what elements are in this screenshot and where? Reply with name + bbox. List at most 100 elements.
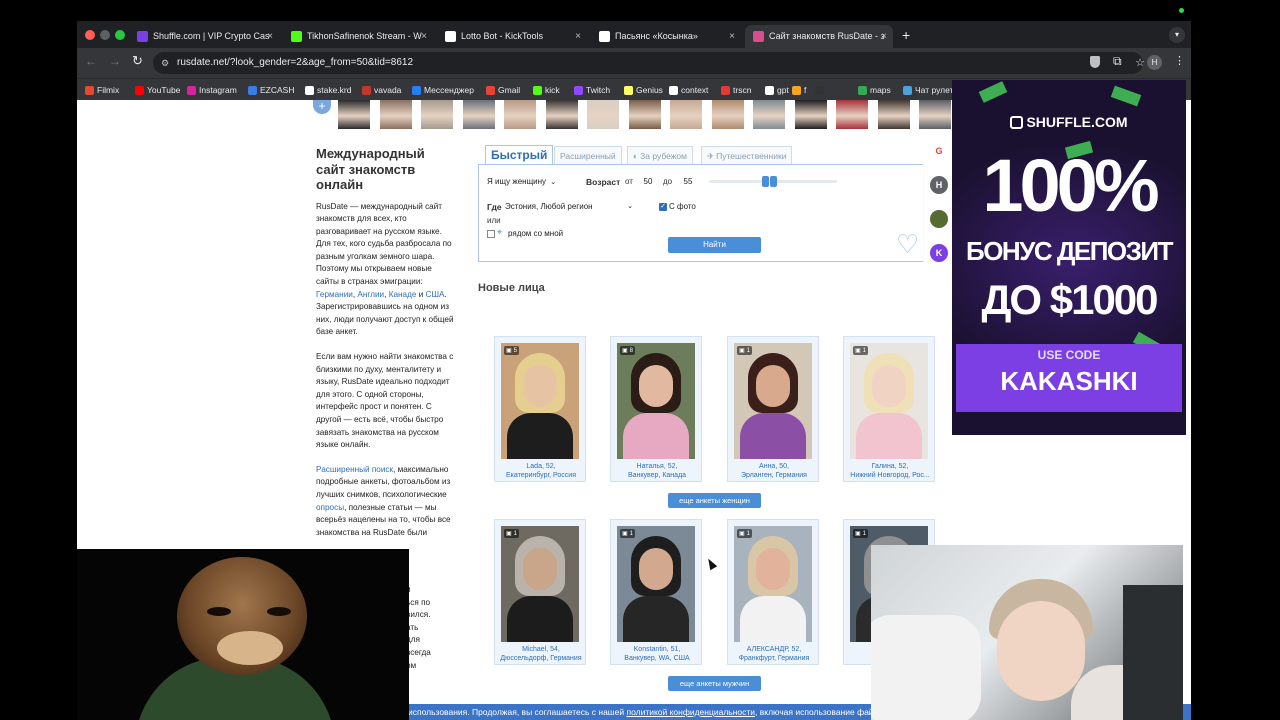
more-women-button[interactable]: еще анкеты женщин xyxy=(668,493,761,508)
find-button[interactable]: Найти xyxy=(668,237,761,253)
profile-thumbnail[interactable] xyxy=(545,100,578,129)
profile-photo[interactable]: ▣ 1 xyxy=(501,526,579,642)
bookmark-item[interactable]: stake.krd xyxy=(305,83,352,97)
tab-search-icon[interactable]: ▾ xyxy=(1169,27,1185,43)
profile-card[interactable]: ▣ 1 Анна, 50, Эрланген, Германия xyxy=(727,336,819,482)
add-photo-button[interactable]: + xyxy=(313,100,331,114)
location-select[interactable]: Эстония, Любой регион ⌄ xyxy=(505,199,633,214)
search-tab-4[interactable]: ✈ Путешественники xyxy=(701,146,793,164)
profile-card[interactable]: ▣ 1 Галина, 52, Нижний Новгород, Рос... xyxy=(843,336,935,482)
profile-photo[interactable]: ▣ 1 xyxy=(850,343,928,459)
address-bar[interactable]: ⚙ rusdate.net/?look_gender=2&age_from=50… xyxy=(153,52,1145,74)
profile-caption[interactable]: Lada, 52, Екатеринбург, Россия xyxy=(495,462,587,480)
profile-thumbnail[interactable] xyxy=(462,100,495,129)
profile-thumbnail[interactable] xyxy=(338,100,370,129)
close-window-button[interactable] xyxy=(85,30,95,40)
bookmark-item[interactable]: trscn xyxy=(721,83,751,97)
profile-caption[interactable]: АЛЕКСАНДР, 52, Франкфурт, Германия xyxy=(728,645,820,663)
profile-photo[interactable]: ▣ 1 xyxy=(734,526,812,642)
new-tab-button[interactable]: + xyxy=(902,26,910,44)
profile-card[interactable]: ▣ 5 Lada, 52, Екатеринбург, Россия xyxy=(494,336,586,482)
search-tab-2[interactable]: Расширенный xyxy=(554,146,622,164)
profile-thumbnail[interactable] xyxy=(504,100,536,129)
age-to-input[interactable]: 55 xyxy=(678,174,698,189)
bookmark-item[interactable]: maps xyxy=(858,83,891,97)
maximize-window-button[interactable] xyxy=(115,30,125,40)
bookmark-item[interactable]: gpt xyxy=(765,83,789,97)
profile-avatar[interactable]: H xyxy=(1147,55,1162,70)
advanced-search-link[interactable]: Расширенный поиск xyxy=(316,465,393,474)
profile-caption[interactable]: Анна, 50, Эрланген, Германия xyxy=(728,462,820,480)
profile-card[interactable]: ▣ 1 Michael, 54, Дюссельдорф, Германия xyxy=(494,519,586,665)
bookmark-item[interactable]: vavada xyxy=(362,83,401,97)
search-tab-1[interactable]: Быстрый xyxy=(485,145,554,164)
profile-thumbnail[interactable] xyxy=(421,100,453,129)
bookmark-star-icon[interactable]: ☆ xyxy=(1135,52,1145,74)
site-info-icon[interactable]: ⚙ xyxy=(161,52,169,74)
slider-handle-min[interactable] xyxy=(762,176,769,187)
link-england[interactable]: Англии xyxy=(357,290,384,299)
profile-thumbnail[interactable] xyxy=(877,100,910,129)
privacy-policy-link[interactable]: политикой конфиденциальности xyxy=(626,707,755,717)
profile-thumbnail[interactable] xyxy=(794,100,827,129)
google-icon[interactable]: G xyxy=(930,142,948,160)
link-canada[interactable]: Канаде xyxy=(389,290,417,299)
tab-5[interactable]: Сайт знакомств RusDate - з × xyxy=(745,25,893,48)
tab-2[interactable]: TikhonSafinenok Stream - W × xyxy=(283,25,433,48)
profile-card[interactable]: ▣ 8 Наталья, 52, Ванкувер, Канада xyxy=(610,336,702,482)
bookmark-item[interactable]: Twitch xyxy=(574,83,610,97)
gender-select[interactable]: Я ищу женщину ⌄ xyxy=(487,174,565,189)
profile-photo[interactable]: ▣ 1 xyxy=(734,343,812,459)
bookmark-item[interactable]: kick xyxy=(533,83,560,97)
back-icon[interactable]: ← xyxy=(85,54,97,68)
profile-photo[interactable]: ▣ 8 xyxy=(617,343,695,459)
bookmark-item[interactable]: Мессенджер xyxy=(412,83,474,97)
profile-thumbnail[interactable] xyxy=(628,100,661,129)
forward-icon[interactable]: → xyxy=(109,54,121,68)
age-from-input[interactable]: 50 xyxy=(638,174,658,189)
profile-thumbnail[interactable] xyxy=(670,100,702,129)
extensions-icon[interactable]: ⧉ xyxy=(1113,54,1122,69)
profile-thumbnail[interactable] xyxy=(919,100,951,129)
profile-h-icon[interactable]: H xyxy=(930,176,948,194)
profile-caption[interactable]: Michael, 54, Дюссельдорф, Германия xyxy=(495,645,587,663)
tab-4[interactable]: Пасьянс «Косынка» × xyxy=(591,25,741,48)
profile-k-icon[interactable]: K xyxy=(930,244,948,262)
profile-thumbnail[interactable] xyxy=(836,100,868,129)
coin-icon[interactable] xyxy=(930,210,948,228)
profile-caption[interactable]: Галина, 52, Нижний Новгород, Рос... xyxy=(844,462,936,480)
profile-thumbnail[interactable] xyxy=(587,100,619,129)
surveys-link[interactable]: опросы xyxy=(316,503,344,512)
profile-thumbnail[interactable] xyxy=(711,100,744,129)
profile-thumbnail[interactable] xyxy=(753,100,785,129)
profile-thumbnail[interactable] xyxy=(379,100,412,129)
photo-checkbox[interactable]: ✓ xyxy=(659,203,667,211)
age-range-slider[interactable] xyxy=(709,176,837,187)
close-tab-icon[interactable]: × xyxy=(267,25,273,48)
tab-3[interactable]: Lotto Bot - KickTools × xyxy=(437,25,587,48)
nearby-checkbox[interactable] xyxy=(487,230,495,238)
profile-card[interactable]: ▣ 1 АЛЕКСАНДР, 52, Франкфурт, Германия xyxy=(727,519,819,665)
bookmark-item[interactable]: Genius xyxy=(624,83,663,97)
shield-extension-icon[interactable] xyxy=(1090,56,1100,68)
close-tab-icon[interactable]: × xyxy=(575,25,581,48)
shuffle-ad-banner[interactable]: SHUFFLE.COM 100% БОНУС ДЕПОЗИТ ДО $1000 … xyxy=(952,80,1186,435)
bookmark-item[interactable]: Gmail xyxy=(486,83,520,97)
close-tab-icon[interactable]: × xyxy=(421,25,427,48)
profile-photo[interactable]: ▣ 1 xyxy=(617,526,695,642)
profile-photo[interactable]: ▣ 5 xyxy=(501,343,579,459)
tab-1[interactable]: Shuffle.com | VIP Crypto Cas × xyxy=(129,25,279,48)
menu-kebab-icon[interactable]: ⋮ xyxy=(1174,54,1185,67)
search-tab-3[interactable]: ◐ За рубежом xyxy=(627,146,694,164)
bookmark-item[interactable]: Filmix xyxy=(85,83,119,97)
link-germany[interactable]: Германии xyxy=(316,290,353,299)
profile-caption[interactable]: Наталья, 52, Ванкувер, Канада xyxy=(611,462,703,480)
bookmark-item[interactable]: context xyxy=(669,83,708,97)
close-tab-icon[interactable]: × xyxy=(881,25,887,48)
bookmark-item[interactable]: Чат рулет xyxy=(903,83,953,97)
reload-icon[interactable]: ↻ xyxy=(132,53,143,69)
bookmark-item[interactable]: EZCASH xyxy=(248,83,294,97)
bookmark-item[interactable]: f xyxy=(792,83,806,97)
profile-caption[interactable]: Konstantin, 51, Ванкувер, WA, США xyxy=(611,645,703,663)
slider-handle-max[interactable] xyxy=(770,176,777,187)
